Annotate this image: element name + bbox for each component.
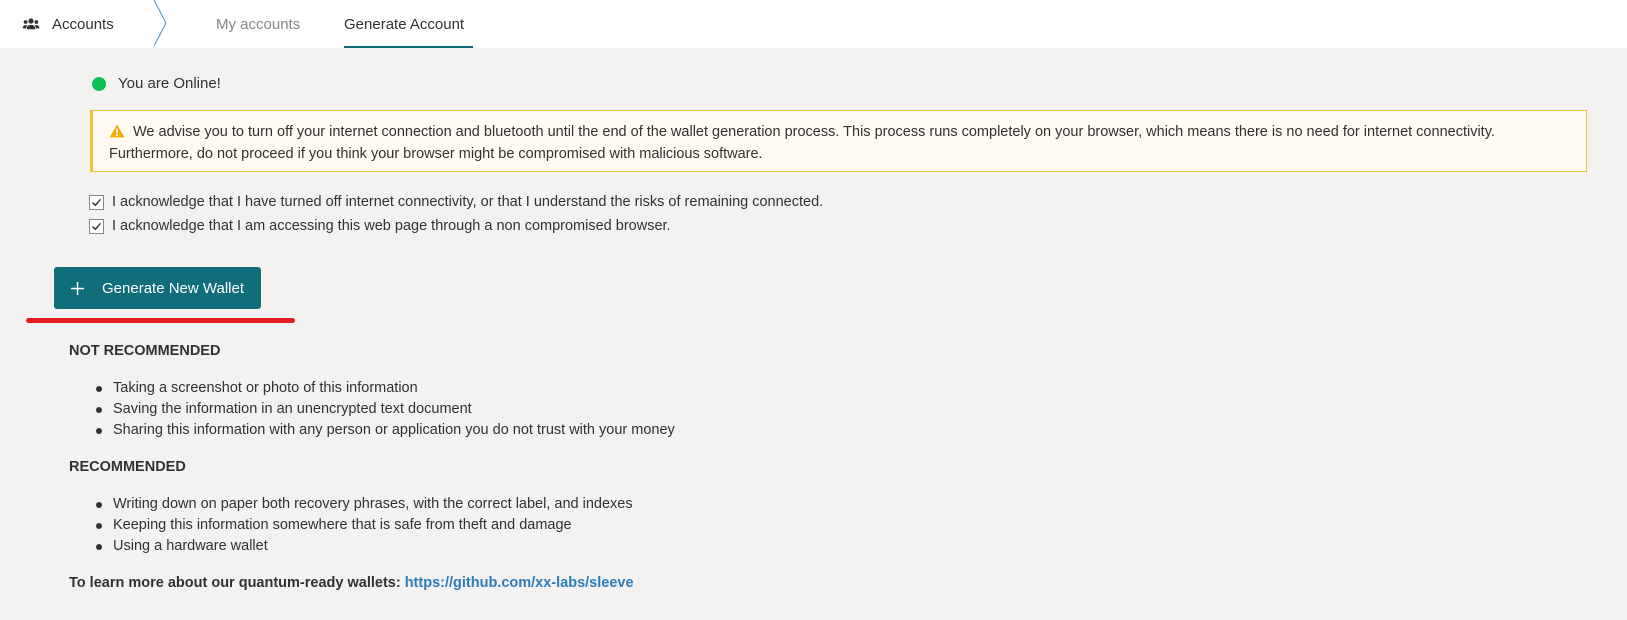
acknowledge-internet-checkbox[interactable] [89,194,104,210]
warning-banner: We advise you to turn off your internet … [90,110,1587,172]
active-tab-indicator [344,46,473,48]
status-text: You are Online! [118,75,221,92]
breadcrumb-accounts[interactable]: Accounts [22,0,114,48]
online-status: You are Online! [92,75,221,92]
generate-new-wallet-button[interactable]: Generate New Wallet [54,267,261,309]
users-icon [22,17,40,31]
red-highlight-underline [26,318,295,323]
sleeve-github-link[interactable]: https://github.com/xx-labs/sleeve [405,575,634,591]
acknowledge-internet-label: I acknowledge that I have turned off int… [112,194,824,210]
list-item: Saving the information in an unencrypted… [96,399,675,420]
list-item: Taking a screenshot or photo of this inf… [96,378,675,399]
acknowledge-browser-checkbox[interactable] [89,218,104,234]
recommended-title: RECOMMENDED [69,459,186,475]
acknowledge-internet-row: I acknowledge that I have turned off int… [89,194,823,210]
checkmark-icon [92,198,102,206]
breadcrumb-label: Accounts [52,15,114,33]
top-navigation-bar: Accounts My accounts Generate Account [0,0,1627,48]
warning-text: We advise you to turn off your internet … [109,124,1495,162]
tab-my-accounts[interactable]: My accounts [216,0,300,48]
learn-more: To learn more about our quantum-ready wa… [69,575,634,591]
plus-icon [71,281,84,295]
breadcrumb-chevron-icon [153,0,167,46]
checkmark-icon [92,222,102,230]
list-item: Keeping this information somewhere that … [96,515,633,536]
list-item: Sharing this information with any person… [96,420,675,441]
list-item: Using a hardware wallet [96,536,633,557]
status-dot-icon [92,76,106,91]
generate-new-wallet-label: Generate New Wallet [102,279,245,297]
tab-generate-account[interactable]: Generate Account [344,0,464,48]
list-item: Writing down on paper both recovery phra… [96,494,633,515]
not-recommended-list: Taking a screenshot or photo of this inf… [96,378,675,441]
not-recommended-title: NOT RECOMMENDED [69,343,221,359]
acknowledge-browser-label: I acknowledge that I am accessing this w… [112,218,671,234]
acknowledge-browser-row: I acknowledge that I am accessing this w… [89,218,671,234]
learn-more-text: To learn more about our quantum-ready wa… [69,575,401,591]
warning-icon [109,123,125,138]
recommended-list: Writing down on paper both recovery phra… [96,494,633,557]
